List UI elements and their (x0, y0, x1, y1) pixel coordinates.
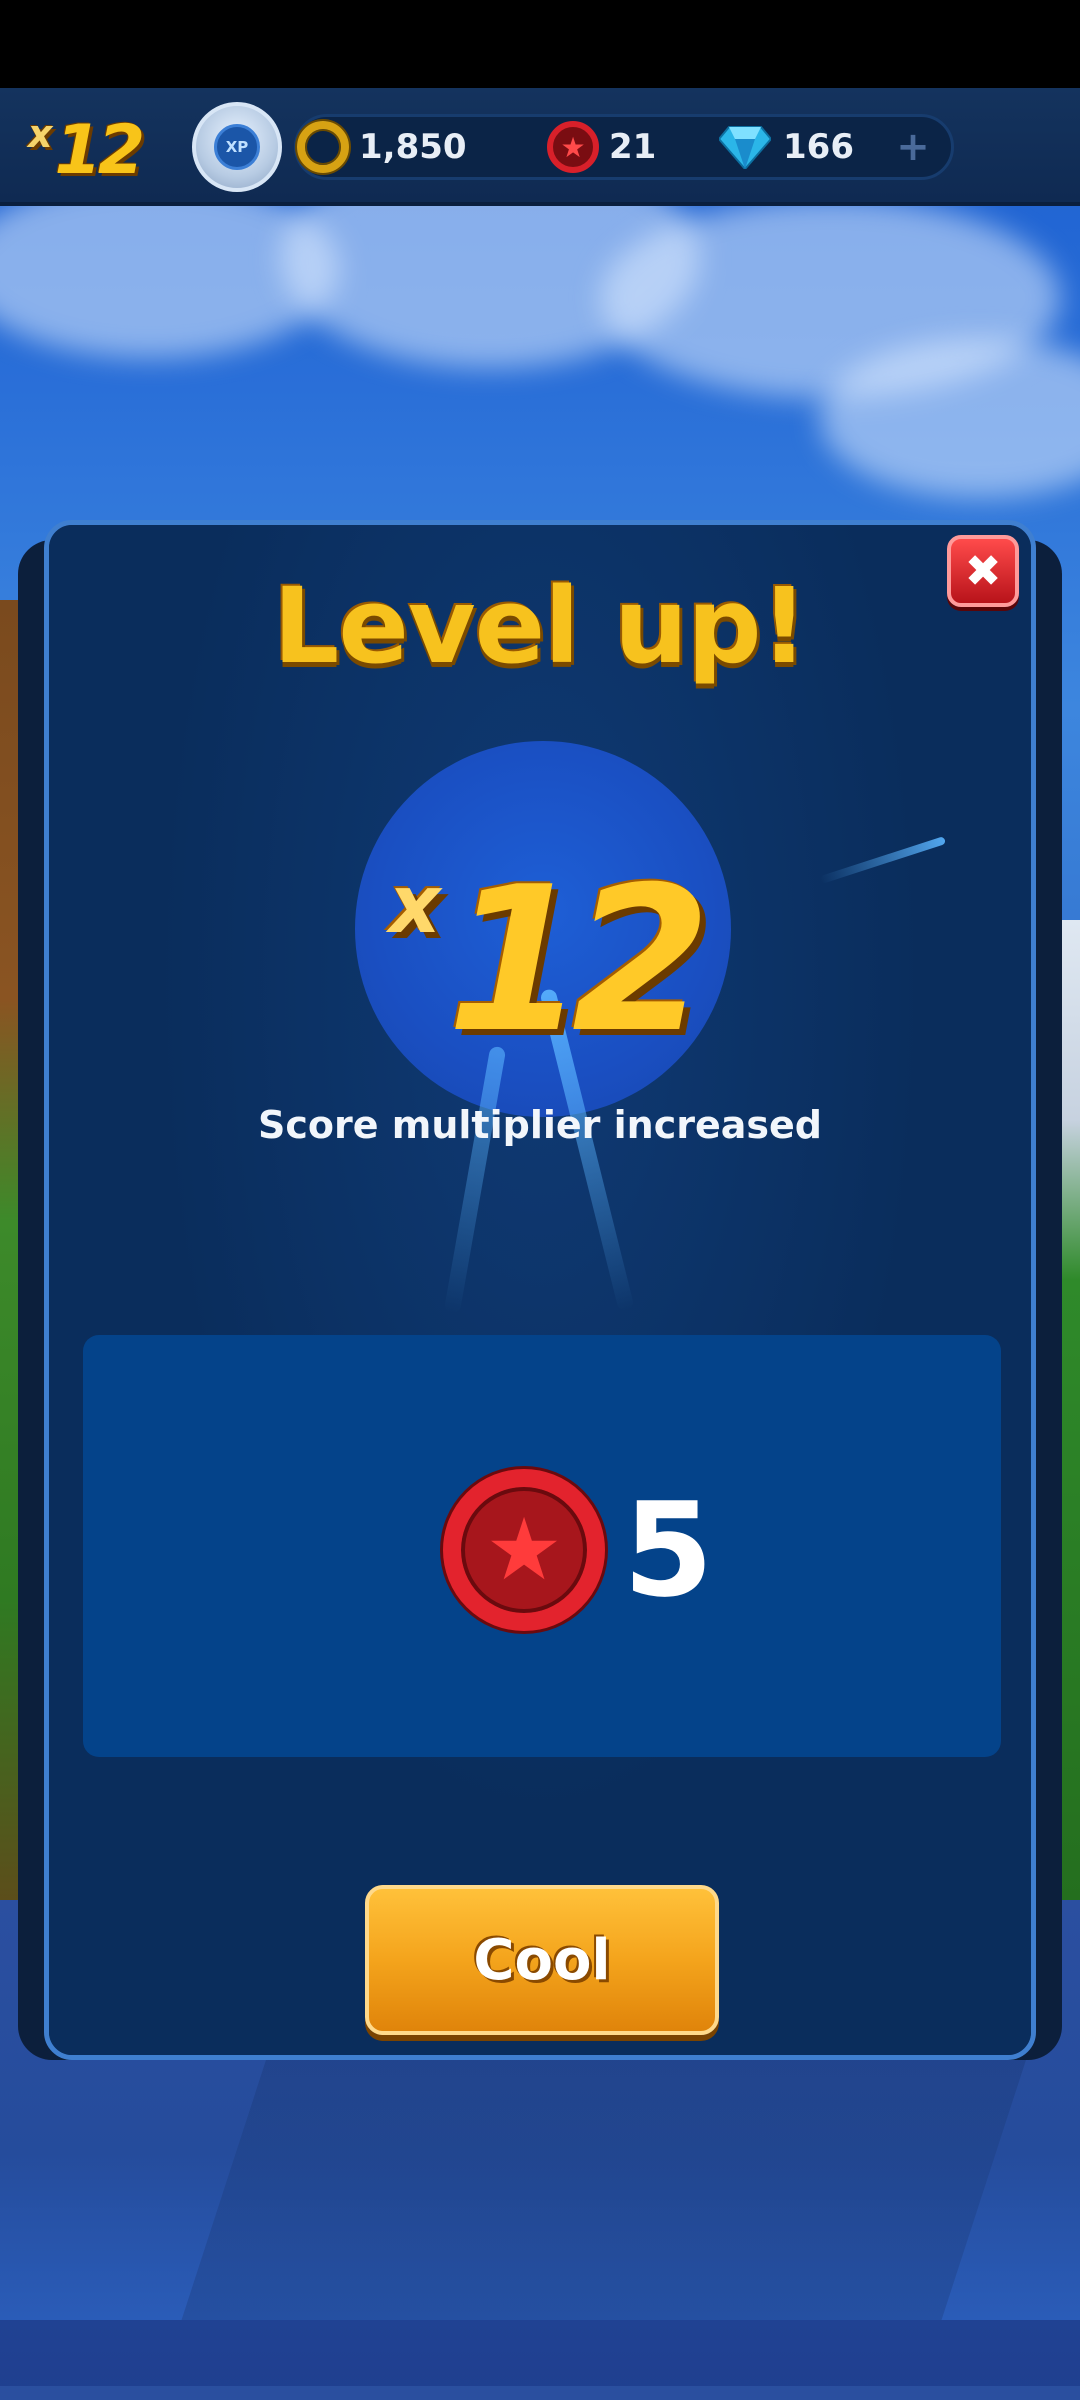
gems-value: 166 (783, 127, 854, 167)
rings-counter: 1,850 (297, 117, 467, 177)
level-up-dialog: Level up! x 12 Score multiplier increase… (44, 520, 1036, 2060)
reward-panel: ★ 5 (83, 1335, 1001, 1757)
new-multiplier-prefix: x (389, 858, 441, 951)
blue-gem-icon (717, 119, 773, 175)
status-bar (0, 0, 1080, 88)
multiplier-prefix: x (28, 112, 53, 156)
red-star-ring-icon: ★ (547, 121, 599, 173)
xp-label: XP (214, 124, 260, 170)
cool-button[interactable]: Cool (365, 1885, 719, 2035)
new-multiplier-value: 12 (446, 844, 711, 1077)
gold-ring-icon (297, 121, 349, 173)
rings-value: 1,850 (359, 127, 467, 167)
reward-item: ★ 5 (443, 1465, 713, 1635)
red-rings-value: 21 (609, 127, 657, 167)
dialog-title: Level up! (273, 565, 808, 687)
nav-bar (0, 2386, 1080, 2400)
dialog-subtitle: Score multiplier increased (258, 1103, 822, 1147)
reward-count: 5 (623, 1474, 714, 1626)
gems-counter: 166 (717, 117, 854, 177)
top-hud: x 12 XP 1,850 ★ 21 166 + (0, 88, 1080, 206)
multiplier-value: 12 (54, 111, 146, 190)
currency-bar: 1,850 ★ 21 166 + (294, 114, 954, 180)
red-rings-counter: ★ 21 (547, 117, 656, 177)
close-icon[interactable]: ✖ (947, 535, 1019, 607)
score-multiplier: x 12 (28, 106, 146, 190)
red-star-ring-icon: ★ (443, 1469, 605, 1631)
new-multiplier: x 12 (355, 771, 731, 1071)
add-currency-button[interactable]: + (893, 124, 933, 170)
xp-badge-icon[interactable]: XP (192, 102, 282, 192)
